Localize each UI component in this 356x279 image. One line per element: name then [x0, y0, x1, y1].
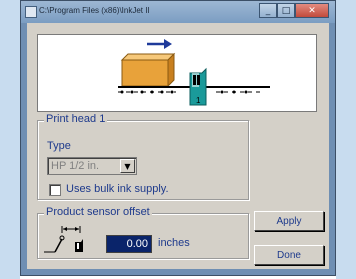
dialog-client-area: 1 Print head 1 Type HP 1/2 in. ▼ Uses bu… [27, 23, 329, 269]
product-box-icon [120, 52, 176, 88]
print-head-type-select[interactable]: HP 1/2 in. ▼ [47, 157, 137, 175]
print-head-group-title: Print head 1 [44, 113, 108, 125]
chevron-down-icon[interactable]: ▼ [120, 159, 135, 173]
print-head-group: Print head 1 Type HP 1/2 in. ▼ Uses bulk… [37, 113, 249, 200]
type-label: Type [47, 140, 71, 152]
conveyor-illustration: 1 [37, 34, 317, 112]
minimize-button[interactable]: _ [259, 3, 277, 18]
window-title: C:\Program Files (x86)\InkJet II [39, 6, 150, 15]
print-head-type-value: HP 1/2 in. [51, 160, 100, 172]
desktop-left-edge [0, 0, 20, 279]
window-controls: _ □ ✕ [259, 3, 329, 19]
apply-button[interactable]: Apply [254, 211, 324, 231]
close-button[interactable]: ✕ [295, 3, 329, 18]
app-icon [25, 6, 37, 18]
done-button[interactable]: Done [254, 245, 324, 265]
sensor-offset-input[interactable]: 0.00 [106, 235, 152, 253]
dialog-window: C:\Program Files (x86)\InkJet II _ □ ✕ 1… [20, 0, 336, 276]
desktop-right-edge [336, 0, 356, 279]
bulk-ink-checkbox[interactable] [49, 184, 61, 196]
sensor-number: 1 [196, 96, 201, 105]
title-bar[interactable]: C:\Program Files (x86)\InkJet II _ □ ✕ [21, 1, 335, 23]
bulk-ink-label: Uses bulk ink supply. [66, 183, 169, 195]
offset-unit-label: inches [158, 237, 190, 249]
sensor-offset-group: Product sensor offset 0.00 inches [37, 206, 249, 259]
conveyor-diagram: 1 [118, 39, 270, 106]
maximize-button[interactable]: □ [277, 3, 295, 18]
direction-arrow-icon [147, 39, 172, 49]
sensor-offset-icon [44, 226, 83, 253]
sensor-offset-group-title: Product sensor offset [44, 206, 152, 218]
